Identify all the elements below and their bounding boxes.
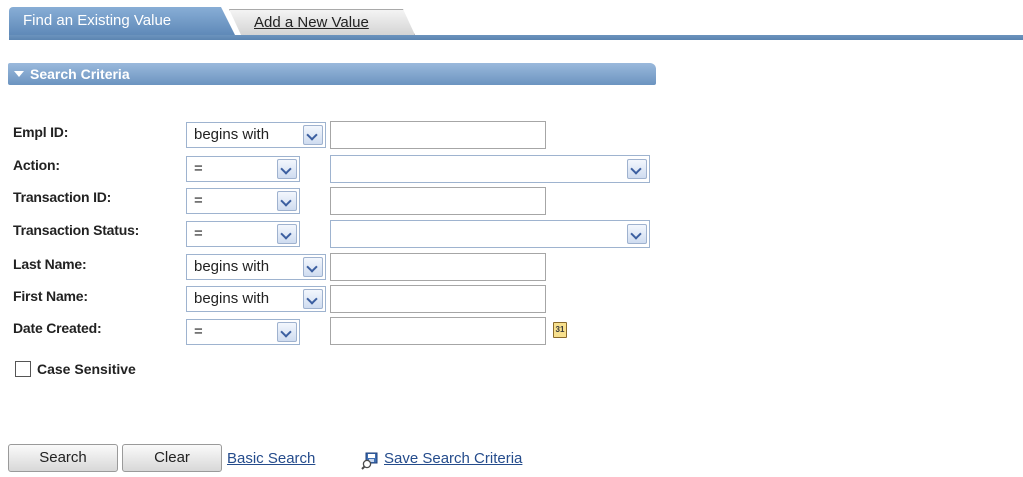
transaction-id-operator-select[interactable]: = (186, 188, 300, 214)
transaction-status-operator-value: = (194, 225, 203, 242)
action-operator-value: = (194, 160, 203, 177)
chevron-down-icon[interactable] (277, 322, 297, 342)
calendar-icon[interactable]: 31 (553, 322, 567, 338)
empl-id-operator-value: begins with (194, 126, 270, 143)
chevron-down-icon[interactable] (303, 289, 323, 309)
case-sensitive-checkbox[interactable] (15, 361, 31, 377)
tab-find-existing-value[interactable]: Find an Existing Value (9, 7, 235, 35)
last-name-label: Last Name: (13, 256, 87, 272)
clear-button[interactable]: Clear (122, 444, 222, 472)
date-created-input[interactable] (330, 317, 546, 345)
save-search-icon[interactable] (361, 452, 379, 470)
case-sensitive-label: Case Sensitive (37, 361, 136, 377)
action-operator-select[interactable]: = (186, 156, 300, 182)
date-created-label: Date Created: (13, 320, 102, 336)
empl-id-operator-select[interactable]: begins with (186, 122, 326, 148)
date-created-operator-select[interactable]: = (186, 319, 300, 345)
first-name-operator-select[interactable]: begins with (186, 286, 326, 312)
save-search-criteria-link[interactable]: Save Search Criteria (384, 450, 522, 467)
transaction-id-operator-value: = (194, 192, 203, 209)
tab-underline (9, 35, 1023, 40)
chevron-down-icon[interactable] (627, 224, 647, 244)
chevron-down-icon[interactable] (277, 191, 297, 211)
transaction-status-label: Transaction Status: (13, 222, 140, 238)
search-button[interactable]: Search (8, 444, 118, 472)
date-created-operator-value: = (194, 323, 203, 340)
transaction-id-label: Transaction ID: (13, 189, 112, 205)
action-label: Action: (13, 157, 60, 173)
search-criteria-header[interactable]: Search Criteria (8, 63, 656, 85)
first-name-label: First Name: (13, 288, 88, 304)
transaction-id-input[interactable] (330, 187, 546, 215)
chevron-down-icon[interactable] (303, 257, 323, 277)
last-name-operator-select[interactable]: begins with (186, 254, 326, 280)
transaction-status-value-select[interactable] (330, 220, 650, 248)
triangle-down-icon (14, 71, 24, 77)
empl-id-label: Empl ID: (13, 124, 69, 140)
transaction-status-operator-select[interactable]: = (186, 221, 300, 247)
first-name-input[interactable] (330, 285, 546, 313)
tab-add-new-value-label: Add a New Value (254, 14, 369, 31)
chevron-down-icon[interactable] (277, 159, 297, 179)
chevron-down-icon[interactable] (303, 125, 323, 145)
empl-id-input[interactable] (330, 121, 546, 149)
action-value-select[interactable] (330, 155, 650, 183)
tab-strip: Find an Existing Value Add a New Value (0, 0, 1023, 44)
chevron-down-icon[interactable] (627, 159, 647, 179)
last-name-operator-value: begins with (194, 258, 270, 275)
last-name-input[interactable] (330, 253, 546, 281)
section-title: Search Criteria (30, 66, 130, 82)
first-name-operator-value: begins with (194, 290, 270, 307)
basic-search-link[interactable]: Basic Search (227, 450, 315, 467)
chevron-down-icon[interactable] (277, 224, 297, 244)
tab-add-new-value[interactable]: Add a New Value (229, 9, 415, 35)
